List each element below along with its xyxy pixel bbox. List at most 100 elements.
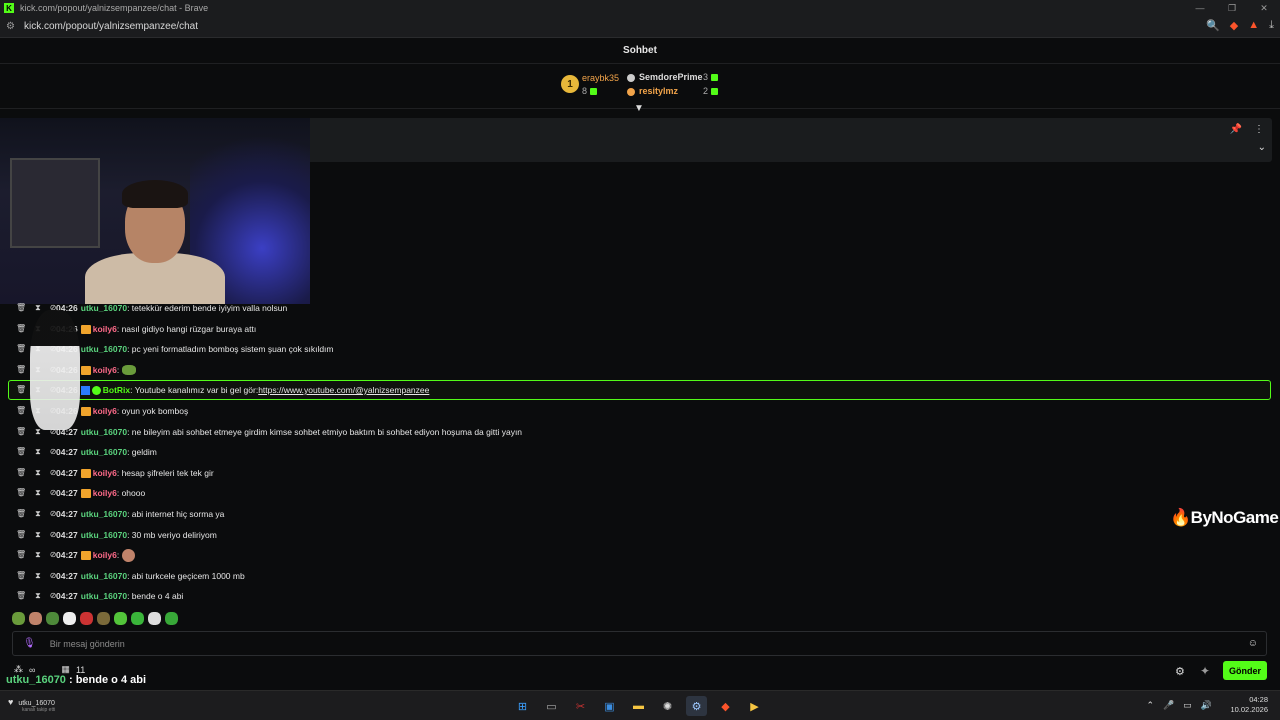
emote-icon[interactable]	[114, 612, 127, 625]
download-icon[interactable]: ⤓	[1269, 19, 1274, 32]
chevron-up-icon[interactable]: ⌃	[1147, 700, 1155, 711]
message-username[interactable]: koily6	[93, 365, 117, 375]
message-username[interactable]: utku_16070	[81, 591, 127, 601]
emote-icon[interactable]	[148, 612, 161, 625]
timeout-icon[interactable]: ⧗	[35, 509, 41, 519]
timeout-icon[interactable]: ⧗	[35, 591, 41, 601]
chat-message: 🗑 ⧗ ⊘ 04:27 koily6: ohooo	[16, 483, 145, 503]
delete-icon[interactable]: 🗑	[16, 406, 26, 416]
timeout-icon[interactable]: ⧗	[35, 530, 41, 540]
message-username[interactable]: utku_16070	[81, 509, 127, 519]
emote-icon[interactable]	[165, 612, 178, 625]
gifter-2[interactable]: SemdorePrime	[627, 72, 703, 82]
emote-icon[interactable]	[29, 612, 42, 625]
message-time: 04:27	[56, 447, 78, 457]
more-options-icon[interactable]: ⋮	[1254, 124, 1264, 135]
delete-icon[interactable]: 🗑	[16, 591, 26, 601]
emote-icon[interactable]	[80, 612, 93, 625]
message-text: : pc yeni formatladım bomboş sistem şuan…	[127, 344, 334, 354]
timeout-icon[interactable]: ⧗	[35, 571, 41, 581]
timeout-icon[interactable]: ⧗	[35, 550, 41, 560]
pin-icon[interactable]: 📌	[1230, 124, 1242, 135]
message-username[interactable]: utku_16070	[81, 303, 127, 313]
message-username[interactable]: koily6	[93, 550, 117, 560]
microphone-icon[interactable]: 🎤	[1163, 700, 1174, 711]
zoom-icon[interactable]: 🔍	[1206, 19, 1220, 32]
delete-icon[interactable]: 🗑	[16, 530, 26, 540]
media-player-icon[interactable]: ▶	[744, 696, 765, 716]
mod-actions: 🗑⧗⊘	[16, 509, 56, 519]
file-explorer-icon[interactable]: ▬	[628, 696, 649, 716]
site-settings-icon[interactable]: ⚙	[6, 21, 18, 32]
emote-icon[interactable]	[131, 612, 144, 625]
message-username[interactable]: utku_16070	[81, 530, 127, 540]
chatgpt-icon[interactable]: ✺	[657, 696, 678, 716]
window-titlebar: K kick.com/popout/yalnizsempanzee/chat -…	[0, 0, 1280, 16]
timeout-icon[interactable]: ⧗	[35, 447, 41, 457]
task-view-icon[interactable]: ▭	[541, 696, 562, 716]
mic-icon[interactable]: 🎙	[23, 638, 36, 649]
message-username[interactable]: utku_16070	[81, 344, 127, 354]
send-button[interactable]: Gönder	[1223, 661, 1267, 680]
chat-message: 🗑 ⧗ ⊘ 04:27 koily6:	[16, 545, 136, 565]
delete-icon[interactable]: 🗑	[16, 468, 26, 478]
gift-count: 8	[582, 86, 588, 96]
expand-gifters-icon[interactable]: ▼	[634, 103, 644, 114]
gifter-badge-icon	[627, 73, 635, 82]
emote-icon[interactable]	[97, 612, 110, 625]
emote-icon[interactable]	[63, 612, 76, 625]
brave-icon[interactable]: ◆	[715, 696, 736, 716]
message-username[interactable]: utku_16070	[81, 427, 127, 437]
message-username[interactable]: utku_16070	[81, 571, 127, 581]
settings-gear-icon[interactable]: ⚙	[1175, 665, 1185, 678]
windows-start-icon[interactable]: ⊞	[512, 696, 533, 716]
delete-icon[interactable]: 🗑	[16, 344, 26, 354]
message-username[interactable]: BotRix	[103, 385, 130, 395]
delete-icon[interactable]: 🗑	[16, 385, 26, 395]
delete-icon[interactable]: 🗑	[16, 571, 26, 581]
delete-icon[interactable]: 🗑	[16, 550, 26, 560]
network-icon[interactable]: ▭	[1183, 700, 1192, 711]
minimize-icon[interactable]: —	[1184, 0, 1216, 16]
emote-icon[interactable]	[12, 612, 25, 625]
delete-icon[interactable]: 🗑	[16, 509, 26, 519]
timeout-icon[interactable]: ⧗	[35, 303, 41, 313]
brave-rewards-icon[interactable]: ▲	[1248, 19, 1259, 32]
message-link[interactable]: https://www.youtube.com/@yalnizsempanzee	[258, 385, 429, 395]
photos-icon[interactable]: ▣	[599, 696, 620, 716]
maximize-icon[interactable]: ❐	[1216, 0, 1248, 16]
message-username[interactable]: utku_16070	[81, 447, 127, 457]
delete-icon[interactable]: 🗑	[16, 303, 26, 313]
emote-bar	[12, 612, 178, 625]
message-username[interactable]: koily6	[93, 324, 117, 334]
timeout-icon[interactable]: ⧗	[35, 468, 41, 478]
delete-icon[interactable]: 🗑	[16, 365, 26, 375]
emoji-picker-icon[interactable]: ☺	[1248, 638, 1258, 649]
chat-input[interactable]: 🎙 Bir mesaj gönderin ☺	[12, 631, 1267, 656]
channel-points-icon[interactable]: ✦	[1200, 664, 1210, 678]
message-time: 04:27	[56, 509, 78, 519]
delete-icon[interactable]: 🗑	[16, 447, 26, 457]
url-field[interactable]: kick.com/popout/yalnizsempanzee/chat	[24, 21, 198, 32]
message-time: 04:27	[56, 488, 78, 498]
timeout-icon[interactable]: ⧗	[35, 488, 41, 498]
chevron-down-icon[interactable]: ⌄	[1258, 142, 1266, 153]
message-username[interactable]: koily6	[93, 406, 117, 416]
clock[interactable]: 04:28 10.02.2026	[1230, 695, 1268, 715]
emote-icon	[122, 548, 136, 562]
delete-icon[interactable]: 🗑	[16, 488, 26, 498]
volume-icon[interactable]: 🔊	[1201, 700, 1212, 711]
window-controls: — ❐ ✕	[1184, 0, 1280, 16]
close-icon[interactable]: ✕	[1248, 0, 1280, 16]
steam-icon[interactable]: ⚙	[686, 696, 707, 716]
delete-icon[interactable]: 🗑	[16, 427, 26, 437]
emote-icon[interactable]	[46, 612, 59, 625]
gifter-3[interactable]: resitylmz	[627, 86, 678, 96]
top-gifter-name[interactable]: eraybk35	[582, 73, 619, 83]
message-username[interactable]: koily6	[93, 468, 117, 478]
chat-input-placeholder: Bir mesaj gönderin	[49, 638, 125, 649]
delete-icon[interactable]: 🗑	[16, 324, 26, 334]
snipping-tool-icon[interactable]: ✂	[570, 696, 591, 716]
message-username[interactable]: koily6	[93, 488, 117, 498]
brave-shields-icon[interactable]: ◆	[1230, 19, 1238, 32]
